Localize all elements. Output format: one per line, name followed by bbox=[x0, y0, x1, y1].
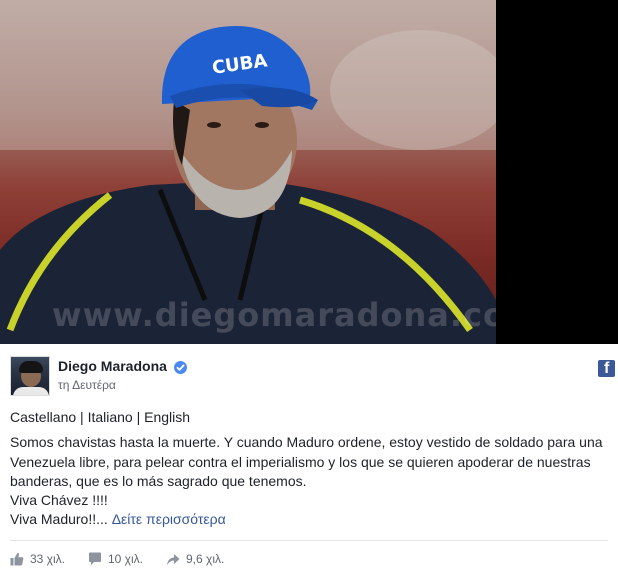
language-links: Castellano | Italiano | English bbox=[10, 409, 191, 425]
post-text-line: Viva Chávez !!!! bbox=[10, 492, 108, 509]
facebook-logo-icon[interactable]: f bbox=[598, 360, 615, 377]
comment-count-button[interactable]: 10 χιλ. bbox=[88, 551, 143, 567]
avatar-hair bbox=[19, 361, 43, 373]
like-thumb-icon bbox=[10, 552, 24, 566]
verified-badge-icon bbox=[174, 361, 187, 374]
post-header: Diego Maradona τη Δευτέρα f bbox=[10, 354, 615, 398]
post-text-line: Somos chavistas hasta la muerte. Y cuand… bbox=[10, 434, 603, 451]
comment-bubble-icon bbox=[89, 552, 101, 565]
author-avatar[interactable] bbox=[10, 356, 50, 396]
photo-letterbox bbox=[496, 0, 618, 344]
share-arrow-icon bbox=[167, 554, 180, 565]
avatar-shirt bbox=[13, 387, 49, 395]
post-text-line: banderas, que es lo más sagrado que tene… bbox=[10, 472, 307, 489]
post-timestamp[interactable]: τη Δευτέρα bbox=[58, 378, 116, 392]
see-more-link[interactable]: Δείτε περισσότερα bbox=[112, 511, 226, 527]
post-photo-container[interactable]: CUBA www.diegomaradona.com bbox=[0, 0, 618, 344]
post-text: Castellano | Italiano | English Somos ch… bbox=[10, 408, 610, 530]
photo-illustration: CUBA bbox=[0, 0, 496, 344]
share-count: 9,6 χιλ. bbox=[186, 552, 225, 566]
post-text-truncated: Viva Maduro!!... bbox=[10, 511, 108, 528]
photo-watermark: www.diegomaradona.com bbox=[52, 296, 496, 334]
post-text-last-line: Viva Maduro!!... Δείτε περισσότερα bbox=[10, 510, 610, 529]
comment-count: 10 χιλ. bbox=[108, 552, 143, 566]
post-footer: 33 χιλ. 10 χιλ. 9,6 χιλ. bbox=[10, 548, 608, 570]
post-text-line: Venezuela libre, para pelear contra el i… bbox=[10, 453, 591, 470]
share-count-button[interactable]: 9,6 χιλ. bbox=[166, 551, 224, 567]
post-photo[interactable]: CUBA www.diegomaradona.com bbox=[0, 0, 496, 344]
footer-divider bbox=[10, 540, 608, 541]
like-count: 33 χιλ. bbox=[30, 552, 65, 566]
like-count-button[interactable]: 33 χιλ. bbox=[10, 551, 65, 567]
author-name[interactable]: Diego Maradona bbox=[58, 358, 167, 374]
